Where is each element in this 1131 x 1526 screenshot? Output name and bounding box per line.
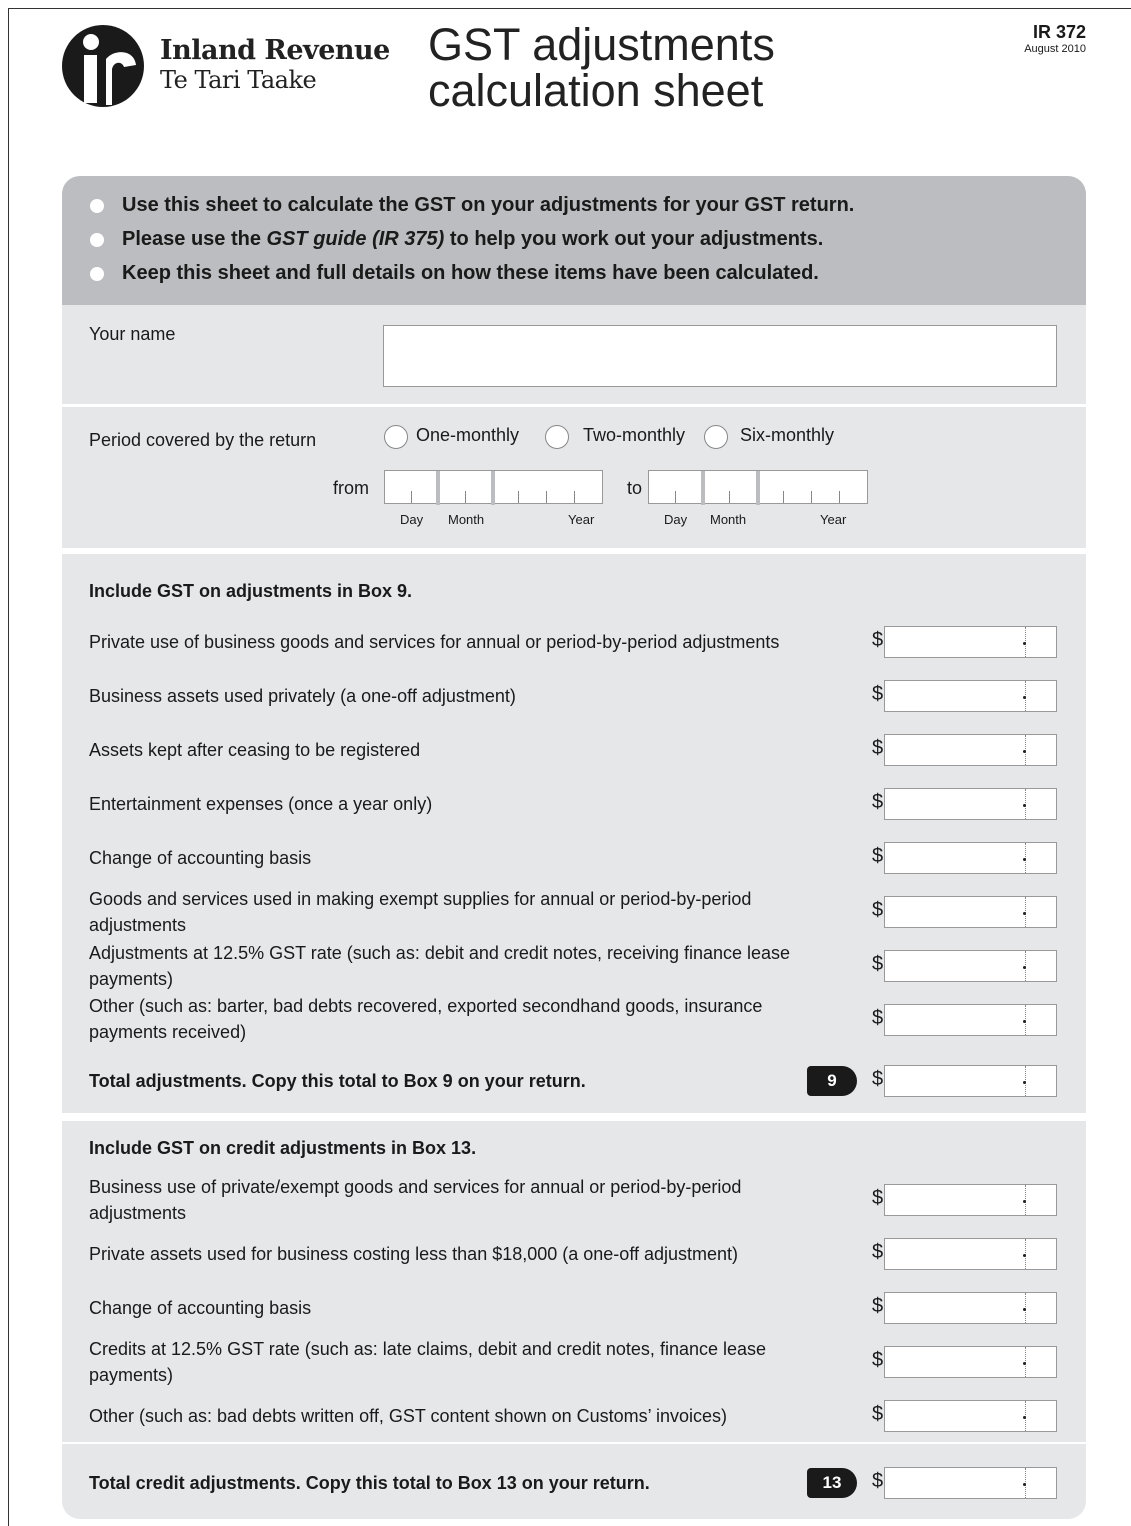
separator (62, 1113, 1086, 1121)
dollar-sign: $ (872, 845, 884, 867)
to-year-caption: Year (820, 512, 847, 527)
box-9-badge: 9 (807, 1066, 857, 1096)
adjustment-12-5-rate-field[interactable]: $ (872, 950, 1057, 982)
separator (62, 404, 1086, 407)
dollar-sign: $ (872, 1068, 884, 1090)
dollar-sign: $ (872, 737, 884, 759)
adjustment-assets-kept-label: Assets kept after ceasing to be register… (89, 740, 421, 760)
dollar-sign: $ (872, 791, 884, 813)
org-name: Inland Revenue (160, 35, 390, 66)
to-day-caption: Day (664, 512, 688, 527)
form-panel: Use this sheet to calculate the GST on y… (62, 176, 1086, 1519)
org-block: Inland Revenue Te Tari Taake (160, 35, 390, 95)
dollar-sign: $ (872, 899, 884, 921)
box13-total-label: Total credit adjustments. Copy this tota… (89, 1473, 650, 1493)
form-code-block: IR 372 August 2010 (1024, 22, 1086, 55)
credit-other-label: Other (such as: bad debts written off, G… (89, 1406, 727, 1426)
one-monthly-label: One-monthly (416, 425, 520, 445)
adjustment-other-field[interactable]: $ (872, 1004, 1057, 1036)
gst-guide-reference: GST guide (IR 375) (266, 228, 445, 250)
form-code: IR 372 (1032, 22, 1086, 42)
page-title: GST adjustments calculation sheet (428, 22, 775, 114)
adjustment-accounting-basis-field[interactable]: $ (872, 842, 1057, 874)
intro-bullet-2-pre: Please use the (122, 228, 267, 250)
org-subtitle: Te Tari Taake (160, 66, 317, 94)
dollar-sign: $ (872, 683, 884, 705)
credit-business-use-field[interactable]: $ (872, 1184, 1057, 1216)
dollar-sign: $ (872, 1349, 884, 1371)
from-day-caption: Day (400, 512, 424, 527)
from-year-caption: Year (568, 512, 595, 527)
adjustment-12-5-rate-label: Adjustments at 12.5% GST rate (such as: … (89, 943, 791, 989)
to-label: to (627, 478, 643, 498)
adjustment-exempt-supplies-label: Goods and services used in making exempt… (89, 889, 752, 935)
box9-total-label: Total adjustments. Copy this total to Bo… (89, 1071, 586, 1091)
from-date-field[interactable] (384, 470, 603, 505)
adjustment-exempt-supplies-field[interactable]: $ (872, 896, 1057, 928)
dollar-sign: $ (872, 1470, 884, 1492)
adjustment-business-assets-label: Business assets used privately (a one-of… (89, 686, 516, 706)
dollar-sign: $ (872, 1241, 884, 1263)
credit-private-assets-field[interactable]: $ (872, 1238, 1057, 1270)
radio-one-monthly[interactable] (384, 425, 408, 449)
intro-bullet-2-post: to help you work out your adjustments. (444, 228, 824, 250)
radio-two-monthly[interactable] (545, 425, 569, 449)
adjustment-private-use-field[interactable]: $ (872, 626, 1057, 658)
dollar-sign: $ (872, 1007, 884, 1029)
two-monthly-label: Two-monthly (583, 425, 686, 445)
credit-accounting-basis-field[interactable]: $ (872, 1292, 1057, 1324)
adjustment-accounting-basis-label: Change of accounting basis (89, 848, 312, 868)
credit-12-5-rate-label: Credits at 12.5% GST rate (such as: late… (89, 1339, 767, 1385)
adjustment-other-label: Other (such as: barter, bad debts recove… (89, 996, 763, 1042)
to-date-field[interactable] (648, 470, 868, 505)
box-13-badge: 13 (807, 1468, 857, 1498)
adjustment-assets-kept-field[interactable]: $ (872, 734, 1057, 766)
your-name-label: Your name (89, 324, 176, 344)
box13-heading: Include GST on credit adjustments in Box… (89, 1138, 477, 1158)
radio-six-monthly[interactable] (704, 425, 728, 449)
to-month-caption: Month (710, 512, 747, 527)
from-label: from (333, 478, 369, 498)
credit-private-assets-label: Private assets used for business costing… (89, 1244, 739, 1264)
your-name-field[interactable] (383, 325, 1057, 387)
box9-total-field[interactable]: $ (872, 1065, 1057, 1097)
adjustment-private-use-label: Private use of business goods and servic… (89, 632, 780, 652)
intro-box: Use this sheet to calculate the GST on y… (62, 176, 1086, 305)
dollar-sign: $ (872, 1187, 884, 1209)
adjustment-entertainment-field[interactable]: $ (872, 788, 1057, 820)
dollar-sign: $ (872, 1403, 884, 1425)
six-monthly-label: Six-monthly (740, 425, 835, 445)
dollar-sign: $ (872, 953, 884, 975)
adjustment-entertainment-label: Entertainment expenses (once a year only… (89, 794, 433, 814)
dollar-sign: $ (872, 629, 884, 651)
form-date: August 2010 (1024, 43, 1086, 55)
intro-bullet-2: Please use the GST guide (IR 375) to hel… (89, 227, 824, 251)
credit-12-5-rate-field[interactable]: $ (872, 1346, 1057, 1378)
credit-accounting-basis-label: Change of accounting basis (89, 1298, 312, 1318)
intro-bullet-3: Keep this sheet and full details on how … (90, 262, 819, 284)
separator (62, 548, 1086, 554)
from-month-caption: Month (448, 512, 485, 527)
credit-other-field[interactable]: $ (872, 1400, 1057, 1432)
title-line-1: GST adjustments (428, 19, 775, 70)
period-label: Period covered by the return (89, 430, 317, 450)
intro-bullet-1: Use this sheet to calculate the GST on y… (89, 194, 855, 216)
box13-total-field[interactable]: $ (872, 1467, 1057, 1499)
title-line-2: calculation sheet (428, 65, 764, 116)
credit-business-use-label: Business use of private/exempt goods and… (89, 1177, 742, 1223)
ir-logo (62, 25, 144, 107)
adjustment-business-assets-field[interactable]: $ (872, 680, 1057, 712)
dollar-sign: $ (872, 1295, 884, 1317)
box9-heading: Include GST on adjustments in Box 9. (89, 581, 413, 601)
separator (62, 1442, 1086, 1444)
